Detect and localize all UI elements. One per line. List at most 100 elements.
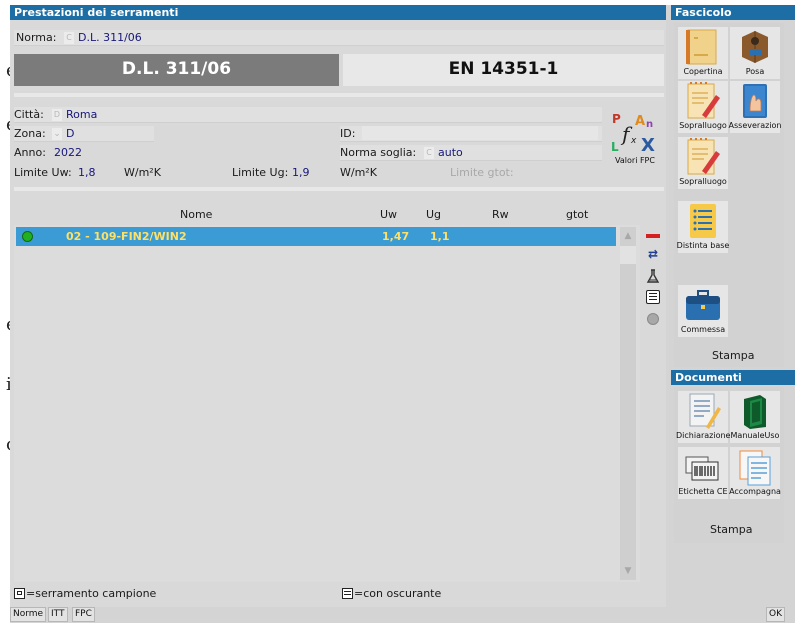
shutter-icon xyxy=(342,588,353,599)
copertina-button[interactable]: Copertina xyxy=(678,27,728,79)
manualeuso-label: ManualeUso xyxy=(730,431,780,440)
limite-uw-value: 1,8 xyxy=(78,166,96,179)
svg-text:n: n xyxy=(646,119,653,130)
norm-dl311-button[interactable]: D.L. 311/06 xyxy=(14,54,339,86)
status-grey-icon[interactable] xyxy=(647,313,659,325)
sopralluogo-button-2[interactable]: Sopralluogo xyxy=(678,137,728,189)
manualeuso-button[interactable]: ManualeUso xyxy=(730,391,780,443)
dichiarazione-label: Dichiarazione xyxy=(676,431,731,440)
dichiarazione-button[interactable]: Dichiarazione xyxy=(676,391,731,443)
notepad-pencil-icon xyxy=(687,138,720,175)
id-label: ID: xyxy=(340,127,356,140)
sopralluogo-button-1[interactable]: Sopralluogo xyxy=(678,81,728,133)
citta-label: Città: xyxy=(14,108,44,121)
norma-badge: C xyxy=(64,32,74,44)
accompagna-label: Accompagna xyxy=(729,487,781,496)
documenti-stampa-button[interactable]: Stampa xyxy=(710,523,752,536)
commessa-label: Commessa xyxy=(680,325,726,334)
commessa-button[interactable]: Commessa xyxy=(678,285,728,337)
table-header: Nome Uw Ug Rw gtot xyxy=(14,208,614,222)
svg-text:X: X xyxy=(641,135,655,155)
norma-soglia-label: Norma soglia: xyxy=(340,146,417,159)
notepad-pencil-icon xyxy=(687,82,720,119)
window-title: Prestazioni dei serramenti xyxy=(10,5,666,20)
valori-fpc-button[interactable]: P f x A n L X Valori FPC xyxy=(608,107,662,169)
scroll-thumb[interactable] xyxy=(620,246,636,264)
zona-value[interactable]: D xyxy=(66,126,74,142)
ok-button[interactable]: OK xyxy=(766,607,785,622)
norma-value[interactable]: D.L. 311/06 xyxy=(78,30,142,46)
column-header-nome[interactable]: Nome xyxy=(180,208,212,221)
hand-book-icon xyxy=(743,84,767,118)
fascicolo-stampa-button[interactable]: Stampa xyxy=(712,349,754,362)
citta-value[interactable]: Roma xyxy=(66,107,97,123)
fpc-button[interactable]: FPC xyxy=(72,607,95,622)
checklist-icon xyxy=(690,204,716,238)
table-tools: ⇄ xyxy=(644,230,662,340)
documenti-panel: Dichiarazione ManualeUso Etichetta CE Ac… xyxy=(674,387,784,543)
sopralluogo-label-1: Sopralluogo xyxy=(679,121,727,130)
sopralluogo-label-2: Sopralluogo xyxy=(679,177,727,186)
legend-sample-text: =serramento campione xyxy=(26,587,157,600)
svg-text:P: P xyxy=(612,112,621,126)
row-nome: 02 - 109-FIN2/WIN2 xyxy=(66,230,187,243)
legend: =serramento campione =con oscurante xyxy=(14,586,654,602)
limite-uw-label: Limite Uw: xyxy=(14,166,72,179)
green-book-icon xyxy=(744,395,766,429)
id-input[interactable] xyxy=(362,126,598,140)
norma-soglia-value[interactable]: auto xyxy=(438,145,463,161)
anno-value[interactable]: 2022 xyxy=(54,145,82,161)
prestazioni-window: Prestazioni dei serramenti Norma: C D.L.… xyxy=(10,5,795,623)
distinta-base-label: Distinta base xyxy=(676,241,730,250)
divider xyxy=(14,187,664,191)
cover-icon xyxy=(686,29,717,65)
norm-en14351-button[interactable]: EN 14351-1 xyxy=(343,54,664,86)
anno-field: Anno: 2022 xyxy=(14,145,154,161)
briefcase-icon xyxy=(686,290,720,320)
fascicolo-title: Fascicolo xyxy=(671,5,795,20)
main-panel: Norma: C D.L. 311/06 D.L. 311/06 EN 1435… xyxy=(10,20,666,607)
remove-icon[interactable] xyxy=(646,234,660,238)
limite-gtot-label: Limite gtot: xyxy=(450,166,514,179)
zona-field: Zona: ⌄ D xyxy=(14,126,154,142)
fascicolo-panel: Copertina Posa Sopralluogo Asseverazion … xyxy=(674,23,784,367)
limite-uw-unit: W/m²K xyxy=(124,166,161,179)
limite-ug-label: Limite Ug: xyxy=(232,166,289,179)
legend-shutter-text: =con oscurante xyxy=(354,587,442,600)
column-header-rw[interactable]: Rw xyxy=(492,208,509,221)
scroll-up-arrow-icon[interactable]: ▲ xyxy=(620,227,636,245)
column-header-uw[interactable]: Uw xyxy=(380,208,397,221)
valori-fpc-label: Valori FPC xyxy=(615,156,655,165)
citta-badge: D xyxy=(52,109,62,121)
distinta-base-button[interactable]: Distinta base xyxy=(676,201,730,253)
asseverazione-button[interactable]: Asseverazion xyxy=(729,81,781,133)
vertical-scrollbar[interactable]: ▲ ▼ xyxy=(620,227,636,580)
sample-window-icon xyxy=(14,588,25,599)
svg-text:A: A xyxy=(635,114,645,129)
column-header-ug[interactable]: Ug xyxy=(426,208,441,221)
document-pencil-icon xyxy=(689,393,721,429)
zona-dropdown-icon[interactable]: ⌄ xyxy=(52,128,62,140)
scroll-down-arrow-icon[interactable]: ▼ xyxy=(620,562,636,580)
posa-button[interactable]: Posa xyxy=(730,27,780,79)
status-green-icon xyxy=(22,231,33,242)
accompagna-button[interactable]: Accompagna xyxy=(729,447,781,499)
row-ug: 1,1 xyxy=(430,230,450,243)
column-header-gtot[interactable]: gtot xyxy=(566,208,588,221)
norma-soglia-field: Norma soglia: C auto xyxy=(340,145,602,161)
svg-text:x: x xyxy=(630,136,637,146)
copertina-label: Copertina xyxy=(683,67,723,76)
divider xyxy=(14,93,664,97)
shutter-list-icon[interactable] xyxy=(646,290,660,304)
etichetta-ce-label: Etichetta CE xyxy=(678,487,728,496)
itt-button[interactable]: ITT xyxy=(48,607,68,622)
flask-icon[interactable] xyxy=(645,268,661,284)
documenti-title: Documenti xyxy=(671,370,795,385)
norme-button[interactable]: Norme xyxy=(10,607,47,622)
norma-soglia-badge: C xyxy=(424,147,434,159)
limite-ug-value: 1,9 xyxy=(292,166,310,179)
etichetta-ce-button[interactable]: Etichetta CE xyxy=(678,447,728,499)
bottom-bar: Norme ITT FPC OK xyxy=(10,607,795,623)
swap-arrows-icon[interactable]: ⇄ xyxy=(645,247,661,261)
table-row[interactable]: 02 - 109-FIN2/WIN2 1,47 1,1 xyxy=(16,227,616,246)
